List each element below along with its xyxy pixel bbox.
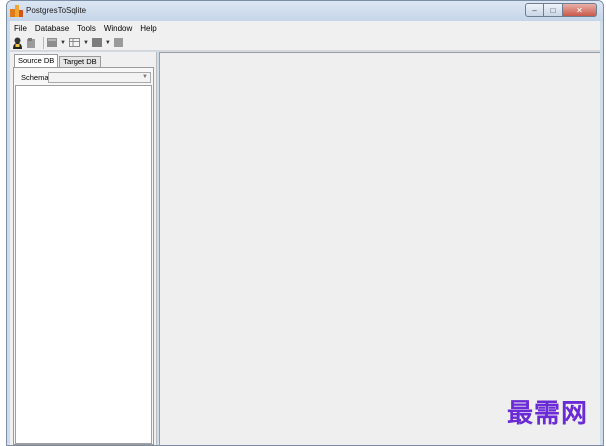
database-dropdown-button[interactable]: ▼	[47, 37, 66, 48]
schema-row: Schema ▼	[18, 71, 151, 83]
watermark-logo: 最需网	[506, 399, 588, 429]
menu-help[interactable]: Help	[140, 24, 156, 33]
connect-user-icon	[13, 37, 22, 49]
table-icon	[68, 38, 80, 47]
schema-select[interactable]: ▼	[48, 71, 151, 83]
menu-file[interactable]: File	[14, 24, 27, 33]
toolbar: ▼ ▼ ▼	[10, 35, 600, 51]
minimize-button[interactable]: –	[525, 3, 544, 17]
app-window: PostgresToSqlite – □ ✕ File Database Too…	[6, 0, 604, 446]
title-bar[interactable]: PostgresToSqlite – □ ✕	[7, 1, 603, 21]
grid-icon	[91, 38, 102, 47]
menu-database[interactable]: Database	[35, 24, 69, 33]
window-controls: – □ ✕	[525, 3, 597, 17]
tab-target-db[interactable]: Target DB	[59, 56, 101, 67]
tab-source-db[interactable]: Source DB	[14, 54, 59, 67]
chevron-down-icon: ▼	[82, 39, 89, 46]
edit-button[interactable]	[26, 37, 37, 49]
database-icon	[47, 38, 57, 47]
navigator-panel: Source DB Target DB Schema ▼	[10, 52, 157, 445]
panel-tabs: Source DB Target DB	[14, 54, 102, 67]
stop-button[interactable]	[113, 37, 124, 48]
connect-button[interactable]	[12, 37, 23, 49]
stop-icon	[113, 37, 123, 47]
window-title: PostgresToSqlite	[26, 6, 87, 15]
chevron-down-icon: ▼	[142, 73, 148, 80]
menu-window[interactable]: Window	[104, 24, 132, 33]
tab-content: Schema ▼	[13, 67, 154, 445]
close-button[interactable]: ✕	[563, 3, 597, 17]
app-logo-icon	[10, 5, 23, 17]
menu-bar: File Database Tools Window Help	[10, 21, 600, 35]
table-dropdown-button[interactable]: ▼	[68, 37, 89, 48]
chevron-down-icon: ▼	[104, 39, 111, 46]
edit-icon	[27, 37, 35, 48]
workspace-area[interactable]	[159, 52, 600, 445]
maximize-button[interactable]: □	[544, 3, 563, 17]
schema-tree[interactable]	[15, 85, 152, 444]
chevron-down-icon: ▼	[60, 39, 66, 46]
grid-dropdown-button[interactable]: ▼	[91, 37, 111, 48]
toolbar-separator	[43, 36, 44, 49]
schema-label: Schema	[21, 72, 49, 82]
menu-tools[interactable]: Tools	[77, 24, 96, 33]
